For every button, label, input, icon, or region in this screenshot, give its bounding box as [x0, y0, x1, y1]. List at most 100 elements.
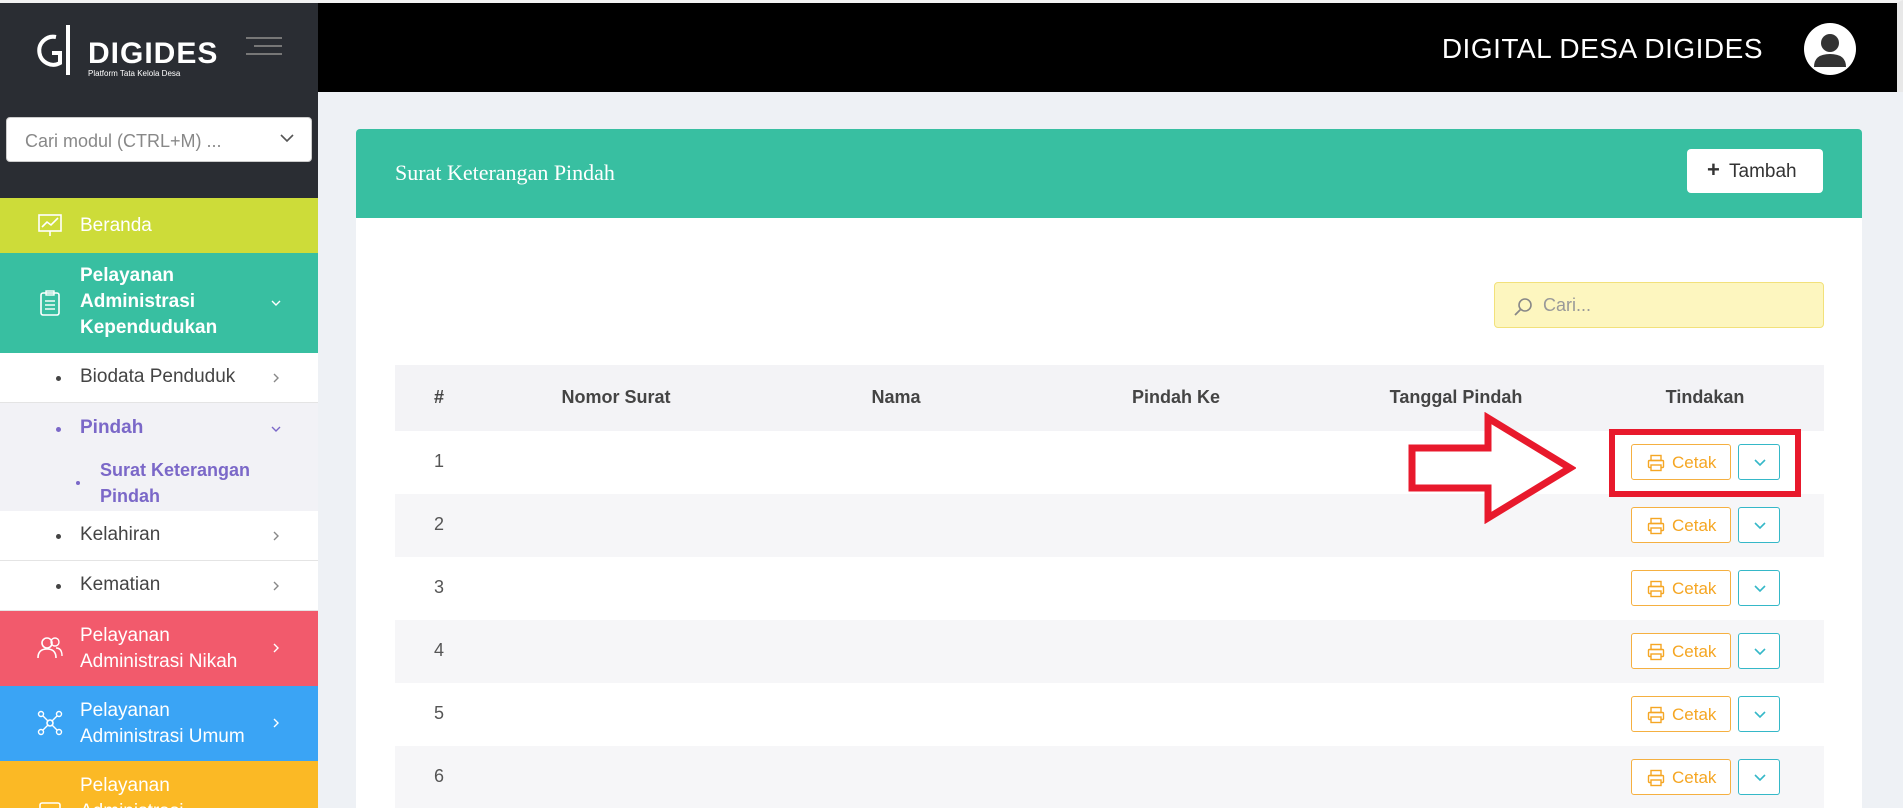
- chevron-down-icon: [280, 134, 294, 143]
- sidebar-item-label: Surat Keterangan Pindah: [100, 460, 251, 506]
- row-number: 5: [433, 703, 445, 723]
- more-actions-button[interactable]: [1738, 759, 1780, 795]
- digides-logo-icon: [37, 25, 70, 75]
- sidebar-item-umum[interactable]: Pelayanan Administrasi Umum: [0, 686, 318, 761]
- chart-board-icon: [38, 214, 62, 236]
- print-button-label: Cetak: [1672, 579, 1717, 598]
- row-number: 1: [433, 451, 445, 471]
- chevron-down-icon: [271, 426, 281, 432]
- printer-icon: [1647, 769, 1665, 787]
- sidebar-item-kependudukan[interactable]: Pelayanan Administrasi Kependudukan: [0, 253, 318, 353]
- add-button-label: Tambah: [1729, 161, 1797, 182]
- sidebar-item-administrasi[interactable]: Pelayanan Administrasi: [0, 761, 318, 808]
- top-header: DIGIDES Platform Tata Kelola Desa DIGITA…: [0, 0, 1903, 92]
- sidebar-item-label: Pelayanan Administrasi: [80, 775, 183, 808]
- bullet-icon: [56, 427, 61, 432]
- add-button[interactable]: + Tambah: [1687, 149, 1823, 193]
- print-button[interactable]: Cetak: [1631, 696, 1731, 732]
- printer-icon: [1647, 580, 1665, 598]
- column-header-tanggal-pindah: Tanggal Pindah: [1389, 387, 1523, 407]
- bullet-icon: [56, 534, 61, 539]
- sidebar-item-label: Kematian: [80, 574, 161, 595]
- sidebar-item-kelahiran[interactable]: Kelahiran: [0, 511, 318, 561]
- module-search-select[interactable]: Cari modul (CTRL+M) ...: [6, 117, 312, 162]
- sidebar-item-label: Pindah: [80, 417, 144, 438]
- print-button[interactable]: Cetak: [1631, 633, 1731, 669]
- chevron-down-icon: [1754, 648, 1766, 656]
- sidebar-item-label: Beranda: [80, 215, 152, 236]
- print-button-label: Cetak: [1672, 768, 1717, 787]
- chevron-down-icon: [1754, 522, 1766, 530]
- bullet-icon: [56, 376, 61, 381]
- row-number: 2: [433, 514, 445, 534]
- search-icon: [1514, 298, 1532, 316]
- sidebar-item-label: Kelahiran: [80, 524, 161, 545]
- sidebar-item-pindah[interactable]: Pindah: [0, 403, 318, 455]
- sidebar: Cari modul (CTRL+M) ... Beranda Pelayana…: [0, 92, 318, 808]
- bullet-icon: [56, 584, 61, 589]
- chevron-right-icon: [273, 581, 279, 591]
- brand-name: DIGIDES: [88, 37, 219, 70]
- printer-icon: [1647, 643, 1665, 661]
- print-button[interactable]: Cetak: [1631, 570, 1731, 606]
- column-header-nama: Nama: [871, 387, 921, 407]
- network-icon: [37, 710, 63, 736]
- sidebar-item-kematian[interactable]: Kematian: [0, 561, 318, 611]
- sidebar-item-label: Pelayanan Administrasi Kependudukan: [80, 265, 218, 338]
- chevron-right-icon: [273, 643, 279, 653]
- table-row: 4 Cetak: [395, 620, 1824, 683]
- print-button-label: Cetak: [1672, 705, 1717, 724]
- table-row: 6 Cetak: [395, 746, 1824, 808]
- chevron-down-icon: [1754, 711, 1766, 719]
- row-number: 3: [433, 577, 445, 597]
- menu-toggle-icon[interactable]: [246, 37, 282, 61]
- brand-tagline: Platform Tata Kelola Desa: [88, 69, 181, 78]
- page-title: Surat Keterangan Pindah: [395, 160, 615, 185]
- table-row: 5 Cetak: [395, 683, 1824, 746]
- table-header: # Nomor Surat Nama Pindah Ke Tanggal Pin…: [395, 365, 1824, 431]
- search-field[interactable]: [1494, 282, 1824, 328]
- chevron-down-icon: [271, 300, 281, 306]
- chevron-down-icon: [1754, 585, 1766, 593]
- annotation-arrow-icon: [1408, 412, 1576, 524]
- more-actions-button[interactable]: [1738, 633, 1780, 669]
- more-actions-button[interactable]: [1738, 507, 1780, 543]
- users-icon: [37, 637, 63, 659]
- printer-icon: [1647, 517, 1665, 535]
- clipboard-list-icon: [40, 290, 60, 316]
- card-header: Surat Keterangan Pindah + Tambah: [356, 129, 1862, 218]
- sidebar-nav: Beranda Pelayanan Administrasi Kependudu…: [0, 198, 318, 808]
- chevron-right-icon: [273, 373, 279, 383]
- table-row: 3 Cetak: [395, 557, 1824, 620]
- bullet-icon: [76, 481, 80, 485]
- sidebar-item-label: Biodata Penduduk: [80, 366, 236, 387]
- chevron-right-icon: [273, 531, 279, 541]
- more-actions-button[interactable]: [1738, 570, 1780, 606]
- row-number: 4: [433, 640, 445, 660]
- print-button[interactable]: Cetak: [1631, 507, 1731, 543]
- sidebar-item-beranda[interactable]: Beranda: [0, 198, 318, 253]
- column-header-tindakan: Tindakan: [1665, 387, 1745, 407]
- sidebar-item-nikah[interactable]: Pelayanan Administrasi Nikah: [0, 611, 318, 686]
- sidebar-item-label: Pelayanan Administrasi Umum: [80, 700, 245, 747]
- column-header-pindah-ke: Pindah Ke: [1131, 387, 1221, 407]
- sidebar-item-label: Pelayanan Administrasi Nikah: [80, 625, 238, 672]
- more-actions-button[interactable]: [1738, 696, 1780, 732]
- print-button[interactable]: Cetak: [1631, 759, 1731, 795]
- table-row: 2 Cetak: [395, 494, 1824, 557]
- search-input[interactable]: [1543, 291, 1813, 319]
- sidebar-item-biodata-penduduk[interactable]: Biodata Penduduk: [0, 353, 318, 403]
- module-search-placeholder: Cari modul (CTRL+M) ...: [25, 131, 222, 151]
- print-button-label: Cetak: [1672, 516, 1717, 535]
- printer-icon: [1647, 706, 1665, 724]
- chevron-down-icon: [1754, 774, 1766, 782]
- user-avatar-icon[interactable]: [1804, 23, 1856, 75]
- brand-logo[interactable]: DIGIDES Platform Tata Kelola Desa: [34, 19, 244, 81]
- column-header-number: #: [433, 387, 445, 407]
- plus-icon: +: [1707, 157, 1720, 182]
- app-title: DIGITAL DESA DIGIDES: [1441, 33, 1763, 64]
- chevron-right-icon: [273, 718, 279, 728]
- sidebar-item-surat-keterangan-pindah[interactable]: Surat Keterangan Pindah: [0, 455, 318, 511]
- annotation-highlight-box: [1609, 429, 1801, 497]
- brand-area: DIGIDES Platform Tata Kelola Desa: [0, 3, 318, 92]
